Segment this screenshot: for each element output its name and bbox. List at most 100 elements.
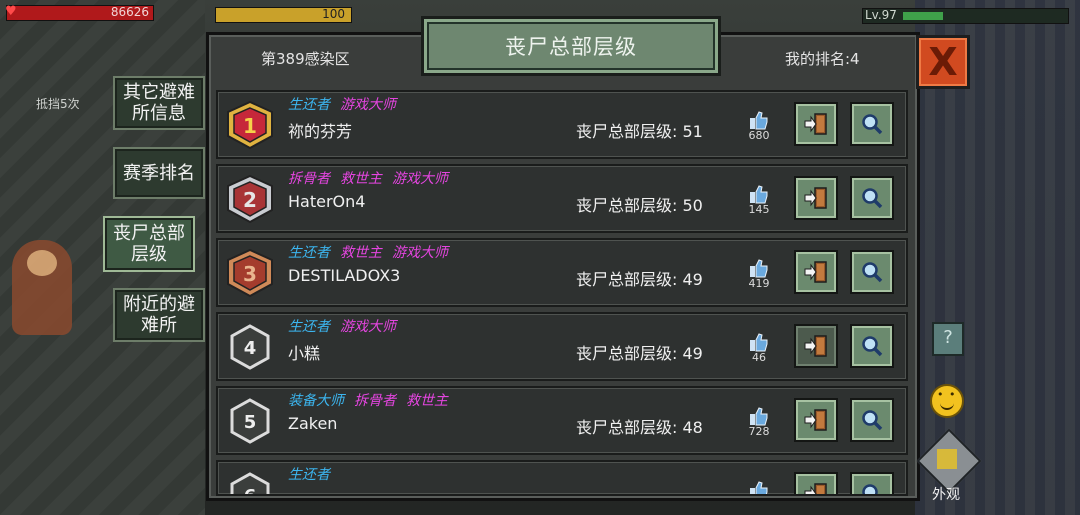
thumbs-up-icon	[750, 407, 768, 426]
player-titles: 生还者 游戏大师	[288, 94, 406, 114]
block-count-label: 抵挡5次	[36, 97, 80, 111]
rank-hex-icon: 5	[224, 396, 276, 446]
enter-shelter-button[interactable]	[794, 472, 838, 494]
view-shelter-button[interactable]	[850, 250, 894, 294]
rank-number: 6	[244, 486, 257, 496]
rank-medal-icon: 1	[224, 100, 276, 150]
player-character	[12, 240, 72, 335]
player-name: HaterOn4	[288, 192, 366, 211]
like-button[interactable]: 680	[744, 110, 774, 142]
player-title-tag: 游戏大师	[392, 245, 448, 261]
enter-shelter-button[interactable]	[794, 250, 838, 294]
player-title-tag: 生还者	[288, 467, 330, 483]
level-bar: Lv.97	[862, 8, 1069, 24]
magnifier-icon	[862, 336, 883, 357]
hq-level-value: 丧尸总部层级: 50	[576, 196, 703, 215]
player-title-tag: 装备大师	[288, 393, 344, 409]
emoji-icon[interactable]	[930, 384, 964, 418]
like-button[interactable]: 728	[744, 406, 774, 438]
tab-nearby-shelters[interactable]: 附近的避难所	[113, 288, 205, 342]
like-button[interactable]: 145	[744, 184, 774, 216]
enter-shelter-button[interactable]	[794, 324, 838, 368]
player-title-tag: 生还者	[288, 319, 330, 335]
hq-level-value: 丧尸总部层级: 49	[576, 270, 703, 289]
like-count: 680	[748, 129, 770, 142]
like-count: 728	[748, 425, 770, 438]
player-titles: 生还者	[288, 464, 340, 484]
view-shelter-button[interactable]	[850, 102, 894, 146]
player-titles: 拆骨者 救世主 游戏大师	[288, 168, 458, 188]
view-shelter-button[interactable]	[850, 176, 894, 220]
panel-title: 丧尸总部层级	[421, 16, 721, 76]
player-titles: 生还者 救世主 游戏大师	[288, 242, 458, 262]
enter-door-icon	[804, 113, 827, 135]
player-title-tag: 救世主	[340, 171, 382, 187]
magnifier-icon	[862, 114, 883, 135]
tab-label: 丧尸总部层级	[113, 223, 185, 265]
enter-shelter-button[interactable]	[794, 176, 838, 220]
ranking-row: 3 生还者 救世主 游戏大师 DESTILADOX3 丧尸总部层级: 49 419	[216, 238, 908, 307]
ranking-row: 5 装备大师 拆骨者 救世主 Zaken 丧尸总部层级: 48 728	[216, 386, 908, 455]
player-title-tag: 生还者	[288, 245, 330, 261]
like-count: 419	[748, 277, 770, 290]
player-name: 小糕	[288, 344, 321, 363]
rank-hex-icon: 6	[224, 470, 276, 496]
enter-door-icon	[804, 187, 827, 209]
rank-medal-icon: 3	[224, 248, 276, 298]
tab-label: 附近的避难所	[123, 294, 195, 336]
zone-label: 第389感染区	[261, 50, 350, 68]
hq-level-value: 丧尸总部层级: 48	[576, 418, 703, 437]
player-name: 祢的芬芳	[288, 122, 353, 141]
view-shelter-button[interactable]	[850, 324, 894, 368]
magnifier-icon	[862, 262, 883, 283]
level-bar-fill	[903, 12, 943, 20]
enter-shelter-button[interactable]	[794, 398, 838, 442]
tab-season-ranking[interactable]: 赛季排名	[113, 147, 205, 199]
tab-label: 赛季排名	[123, 162, 195, 184]
enter-shelter-button[interactable]	[794, 102, 838, 146]
view-shelter-button[interactable]	[850, 472, 894, 494]
rank-medal-icon: 2	[224, 174, 276, 224]
thumbs-up-icon	[750, 481, 768, 494]
ranking-row: 4 生还者 游戏大师 小糕 丧尸总部层级: 49 46	[216, 312, 908, 381]
ranking-row: 1 生还者 游戏大师 祢的芬芳 丧尸总部层级: 51 680	[216, 90, 908, 159]
player-title-tag: 救世主	[406, 393, 448, 409]
like-button[interactable]: 46	[744, 332, 774, 364]
energy-bar: 100	[215, 7, 352, 23]
player-title-tag: 游戏大师	[392, 171, 448, 187]
view-shelter-button[interactable]	[850, 398, 894, 442]
player-title-tag: 拆骨者	[354, 393, 396, 409]
thumbs-up-icon	[750, 333, 768, 352]
tab-other-shelters[interactable]: 其它避难所信息	[113, 76, 205, 130]
like-button[interactable]: 419	[744, 258, 774, 290]
hq-level-value: 丧尸总部层级: 51	[576, 122, 703, 141]
help-button[interactable]: ?	[932, 322, 964, 356]
rank-number: 3	[243, 262, 257, 286]
enter-door-icon	[804, 261, 827, 283]
enter-door-icon	[804, 483, 827, 494]
rank-number: 5	[244, 412, 257, 433]
player-title-tag: 拆骨者	[288, 171, 330, 187]
like-count: 145	[748, 203, 770, 216]
thumbs-up-icon	[750, 259, 768, 278]
tab-zombie-hq-level[interactable]: 丧尸总部层级	[103, 216, 195, 272]
rank-hex-icon: 4	[224, 322, 276, 372]
close-icon: X	[928, 40, 958, 84]
rank-number: 4	[244, 338, 257, 359]
energy-value: 100	[322, 7, 345, 21]
like-button[interactable]	[744, 480, 774, 494]
enter-door-icon	[804, 409, 827, 431]
like-count: 46	[752, 351, 766, 364]
player-title-tag: 生还者	[288, 97, 330, 113]
heart-icon: ♥	[5, 4, 17, 19]
hp-value: 86626	[110, 5, 149, 19]
level-label: Lv.97	[865, 8, 897, 22]
enter-door-icon	[804, 335, 827, 357]
skin-icon-emblem	[937, 449, 957, 469]
player-titles: 生还者 游戏大师	[288, 316, 406, 336]
player-title-tag: 游戏大师	[340, 319, 396, 335]
close-button[interactable]: X	[916, 35, 970, 89]
ranking-row: 6 生还者	[216, 460, 908, 496]
player-title-tag: 游戏大师	[340, 97, 396, 113]
magnifier-icon	[862, 410, 883, 431]
